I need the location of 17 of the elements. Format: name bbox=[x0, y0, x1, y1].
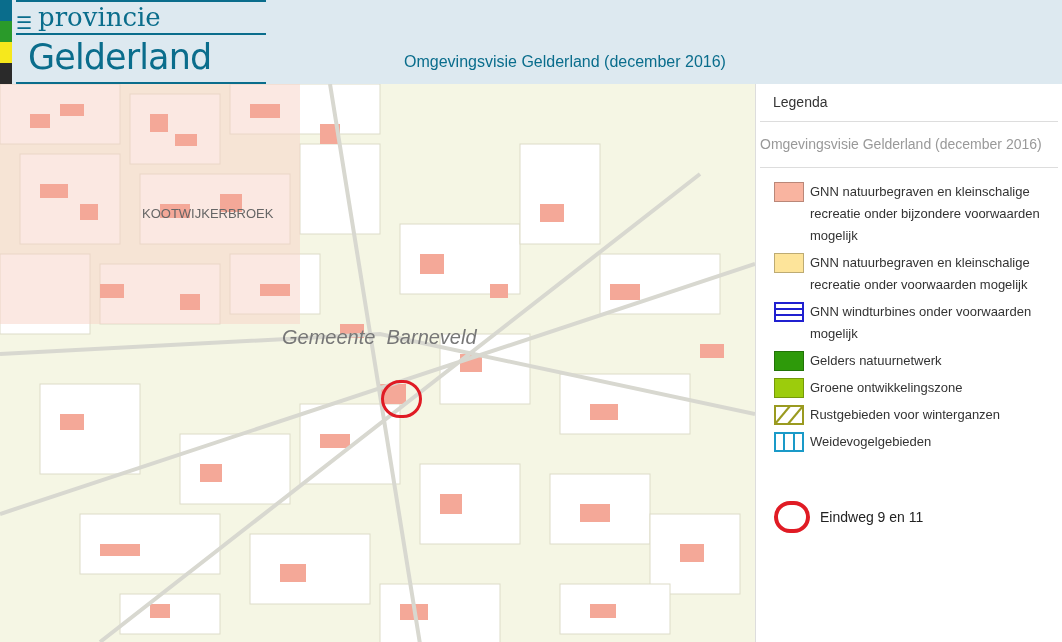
legend-label: Rustgebieden voor winterganzen bbox=[810, 406, 1001, 424]
legend-label: GNN windturbines onder voorwaarden mogelijk bbox=[810, 303, 1033, 343]
legend-label: Eindweg 9 en 11 bbox=[820, 507, 924, 527]
map-label: Gemeente Barneveld bbox=[282, 325, 477, 350]
legend-label: GNN natuurbegraven en kleinschalige recreatie onder voorwaarden mogelijk bbox=[810, 254, 1031, 294]
page-title: Omgevingsvisie Gelderland (december 2016) bbox=[404, 52, 726, 72]
legend-title: Legenda bbox=[760, 84, 1058, 122]
logo-text: Gelderland bbox=[27, 36, 213, 79]
logo-text: provincie bbox=[38, 2, 161, 32]
legend-label: Weidevogelgebieden bbox=[810, 433, 932, 451]
legend-label: Groene ontwikkelingszone bbox=[810, 379, 963, 397]
menu-icon[interactable]: ☰ bbox=[16, 14, 32, 32]
map[interactable]: KOOTWIJKERBROEK Gemeente Barneveld bbox=[0, 84, 755, 642]
legend-label: Gelders natuurnetwerk bbox=[810, 352, 942, 370]
legend-subtitle: Omgevingsvisie Gelderland (december 2016) bbox=[760, 122, 1058, 168]
map-label: KOOTWIJKERBROEK bbox=[142, 205, 274, 223]
legend-label: GNN natuurbegraven en kleinschalige recreatie onder bijzondere voorwaarden mogelijk bbox=[810, 183, 1041, 245]
